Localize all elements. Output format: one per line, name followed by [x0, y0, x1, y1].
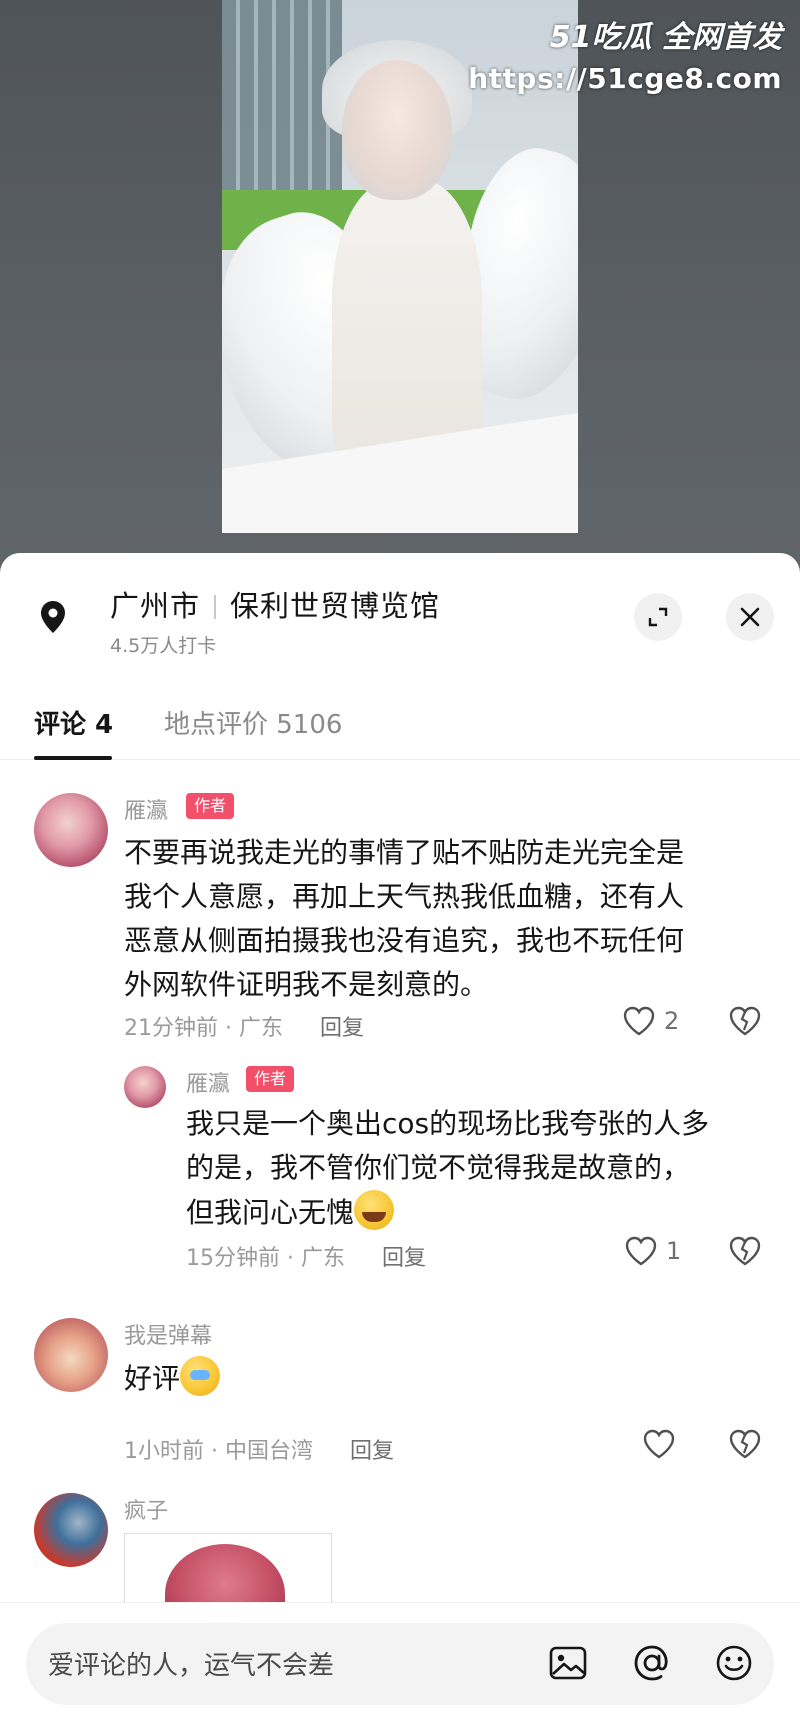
- comment-text-line: 但我问心无愧: [186, 1190, 709, 1235]
- comment-meta: 15分钟前 · 广东 回复: [186, 1240, 426, 1272]
- location-header: 广州市 保利世贸博览馆 4.5万人打卡: [0, 553, 800, 673]
- tab-place-reviews[interactable]: 地点评价 5106: [164, 704, 342, 741]
- like-button[interactable]: [642, 1428, 676, 1460]
- comment-time-location: 1小时前 · 中国台湾: [124, 1439, 313, 1464]
- sticker-image[interactable]: [124, 1533, 332, 1613]
- location-pin-icon: [41, 601, 65, 633]
- location-venue: 保利世贸博览馆: [230, 589, 441, 623]
- author-badge: 作者: [186, 793, 235, 819]
- comment-text: 好评: [124, 1356, 221, 1401]
- smile-icon[interactable]: [712, 1641, 756, 1685]
- comment-text-line: 的是，我不管你们觉不觉得我是故意的，: [186, 1151, 691, 1184]
- comment-text-line: 不要再说我走光的事情了贴不贴防走光完全是: [124, 836, 685, 869]
- avatar[interactable]: [124, 1066, 166, 1108]
- like-button[interactable]: 1: [624, 1235, 681, 1267]
- heart-icon: [623, 1006, 655, 1036]
- comment-text-line: 外网软件证明我不是刻意的。: [124, 968, 489, 1001]
- avatar[interactable]: [34, 793, 108, 867]
- avatar[interactable]: [34, 1318, 108, 1392]
- close-button[interactable]: [726, 593, 774, 641]
- location-checkins: 4.5万人打卡: [110, 635, 217, 657]
- like-count: 1: [666, 1237, 682, 1265]
- comment-meta: 21分钟前 · 广东 回复: [124, 1010, 364, 1042]
- expand-button[interactable]: [634, 593, 682, 641]
- laughing-emoji-icon: [354, 1190, 395, 1230]
- image-icon[interactable]: [546, 1641, 590, 1685]
- active-tab-indicator: [34, 756, 112, 760]
- reply-button[interactable]: 回复: [320, 1016, 364, 1041]
- title-divider: [214, 595, 217, 619]
- comment-username[interactable]: 雁瀛: [186, 1066, 230, 1098]
- tab-comments[interactable]: 评论 4: [34, 704, 113, 741]
- post-photo-area: 51吃瓜 全网首发 https://51cge8.com: [0, 0, 800, 560]
- expand-icon: [648, 607, 668, 627]
- comment-time-location: 15分钟前 · 广东: [186, 1246, 345, 1271]
- broken-heart-icon[interactable]: [728, 1428, 762, 1460]
- heart-icon: [625, 1236, 657, 1266]
- comment-input-placeholder: 爱评论的人，运气不会差: [48, 1651, 335, 1681]
- comment-input[interactable]: 爱评论的人，运气不会差: [26, 1623, 774, 1705]
- comment-text-line-part: 但我问心无愧: [186, 1196, 355, 1229]
- comment-text: 我只是一个奥出cos的现场比我夸张的人多 的是，我不管你们觉不觉得我是故意的， …: [186, 1102, 709, 1235]
- watermark-url: https://51cge8.com: [468, 62, 782, 95]
- comment-tabs: 评论 4 地点评价 5106: [0, 698, 800, 760]
- comment-text-line: 我个人意愿，再加上天气热我低血糖，还有人: [124, 880, 685, 913]
- like-button[interactable]: 2: [622, 1005, 679, 1037]
- reply-button[interactable]: 回复: [382, 1246, 426, 1271]
- location-title[interactable]: 广州市 保利世贸博览馆: [110, 583, 440, 625]
- author-badge: 作者: [246, 1066, 295, 1092]
- comment-username[interactable]: 雁瀛: [124, 793, 168, 825]
- watermark: 51吃瓜 全网首发 https://51cge8.com: [468, 12, 782, 95]
- comment-text-part: 好评: [124, 1362, 181, 1395]
- broken-heart-icon[interactable]: [728, 1235, 762, 1267]
- teary-emoji-icon: [180, 1356, 221, 1396]
- reply-button[interactable]: 回复: [350, 1439, 394, 1464]
- comments-sheet: 广州市 保利世贸博览馆 4.5万人打卡 评论 4 地点评价 5106 雁瀛 作者 …: [0, 553, 800, 1718]
- at-icon[interactable]: [630, 1641, 674, 1685]
- comment-text-line: 恶意从侧面拍摄我也没有追究，我也不玩任何: [124, 924, 685, 957]
- photo-face: [342, 60, 452, 200]
- heart-icon: [643, 1429, 675, 1459]
- comment-text-line: 我只是一个奥出cos的现场比我夸张的人多: [186, 1107, 710, 1140]
- like-count: 2: [664, 1007, 680, 1035]
- comment-username[interactable]: 疯子: [124, 1493, 168, 1525]
- comment-meta: 1小时前 · 中国台湾 回复: [124, 1433, 394, 1465]
- close-icon: [740, 607, 760, 627]
- comment-input-bar: 爱评论的人，运气不会差: [0, 1602, 800, 1718]
- broken-heart-icon[interactable]: [728, 1005, 762, 1037]
- comment-time-location: 21分钟前 · 广东: [124, 1016, 283, 1041]
- watermark-brand: 51吃瓜 全网首发: [549, 20, 782, 55]
- avatar[interactable]: [34, 1493, 108, 1567]
- comment-username[interactable]: 我是弹幕: [124, 1318, 212, 1350]
- location-city: 广州市: [110, 589, 201, 623]
- comment-text: 不要再说我走光的事情了贴不贴防走光完全是 我个人意愿，再加上天气热我低血糖，还有…: [124, 831, 684, 1007]
